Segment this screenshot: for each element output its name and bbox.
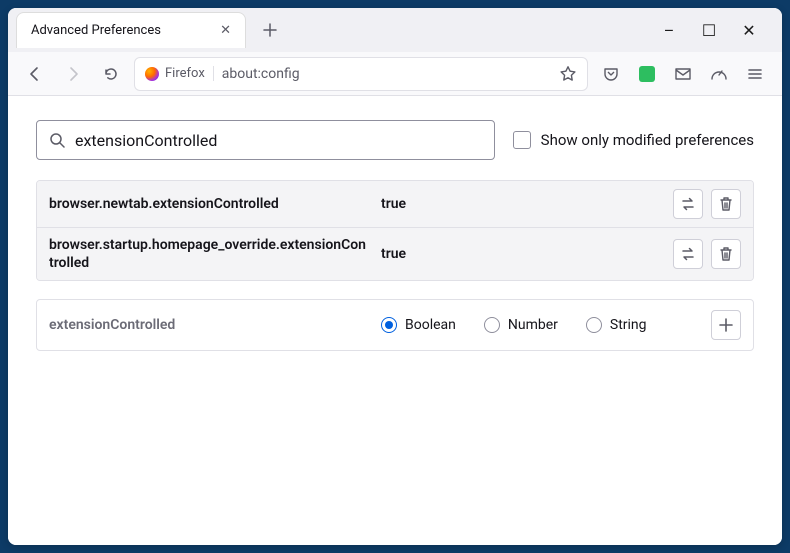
delete-button[interactable] (711, 239, 741, 269)
maximize-button[interactable]: ☐ (698, 21, 720, 40)
search-box[interactable] (36, 120, 495, 160)
identity-label: Firefox (165, 66, 205, 81)
radio-number[interactable]: Number (484, 317, 558, 333)
toggle-button[interactable] (673, 189, 703, 219)
navigation-toolbar: Firefox about:config (8, 52, 782, 96)
tab-title: Advanced Preferences (31, 23, 161, 38)
trash-icon (719, 196, 733, 212)
pref-value: true (381, 246, 661, 262)
minimize-button[interactable]: – (658, 21, 680, 40)
add-button[interactable] (711, 310, 741, 340)
radio-label: Number (508, 317, 558, 333)
gauge-icon (710, 65, 728, 83)
active-tab[interactable]: Advanced Preferences ✕ (16, 12, 246, 48)
radio-string[interactable]: String (586, 317, 647, 333)
radio-icon (381, 317, 397, 333)
mail-button[interactable] (668, 59, 698, 89)
radio-boolean[interactable]: Boolean (381, 317, 456, 333)
arrow-right-icon (65, 66, 81, 82)
plus-icon (719, 318, 733, 332)
about-config-content: Show only modified preferences browser.n… (8, 96, 782, 545)
evernote-button[interactable] (632, 59, 662, 89)
firefox-logo-icon (145, 67, 159, 81)
titlebar: Advanced Preferences ✕ – ☐ ✕ (8, 8, 782, 52)
radio-icon (586, 317, 602, 333)
pref-results-list: browser.newtab.extensionControlled true … (36, 180, 754, 281)
url-text[interactable]: about:config (222, 66, 551, 82)
close-button[interactable]: ✕ (738, 21, 760, 40)
pref-row[interactable]: browser.startup.homepage_override.extens… (37, 227, 753, 280)
trash-icon (719, 246, 733, 262)
plus-icon (263, 23, 277, 37)
arrow-left-icon (27, 66, 43, 82)
window-controls: – ☐ ✕ (658, 21, 778, 40)
pref-name: browser.startup.homepage_override.extens… (49, 236, 369, 272)
close-tab-icon[interactable]: ✕ (220, 23, 231, 38)
add-pref-name: extensionControlled (49, 317, 369, 333)
evernote-icon (639, 66, 655, 82)
pref-actions (673, 239, 741, 269)
checkbox-icon[interactable] (513, 131, 531, 149)
back-button[interactable] (20, 59, 50, 89)
account-button[interactable] (704, 59, 734, 89)
pocket-icon (603, 66, 619, 82)
new-tab-button[interactable] (254, 14, 286, 46)
delete-button[interactable] (711, 189, 741, 219)
menu-button[interactable] (740, 59, 770, 89)
pref-name: browser.newtab.extensionControlled (49, 195, 369, 213)
radio-label: Boolean (405, 317, 456, 333)
pref-row[interactable]: browser.newtab.extensionControlled true (37, 181, 753, 227)
radio-icon (484, 317, 500, 333)
show-modified-toggle[interactable]: Show only modified preferences (513, 131, 754, 149)
hamburger-icon (747, 66, 763, 82)
forward-button (58, 59, 88, 89)
pocket-button[interactable] (596, 59, 626, 89)
reload-icon (103, 66, 119, 82)
toolbar-actions (596, 59, 770, 89)
radio-label: String (610, 317, 647, 333)
search-input[interactable] (75, 131, 482, 150)
type-radio-group: Boolean Number String (381, 317, 699, 333)
bookmark-star-icon[interactable] (559, 65, 577, 83)
identity-box[interactable]: Firefox (145, 66, 214, 81)
toggle-arrows-icon (680, 196, 696, 212)
add-pref-row: extensionControlled Boolean Number Strin… (36, 299, 754, 351)
mail-icon (674, 66, 692, 82)
toggle-button[interactable] (673, 239, 703, 269)
search-row: Show only modified preferences (36, 120, 754, 160)
address-bar[interactable]: Firefox about:config (134, 57, 588, 91)
browser-window: Advanced Preferences ✕ – ☐ ✕ Firefox abo (8, 8, 782, 545)
reload-button[interactable] (96, 59, 126, 89)
pref-value: true (381, 196, 661, 212)
search-icon (49, 132, 65, 148)
show-modified-label: Show only modified preferences (541, 131, 754, 149)
pref-actions (673, 189, 741, 219)
toggle-arrows-icon (680, 246, 696, 262)
